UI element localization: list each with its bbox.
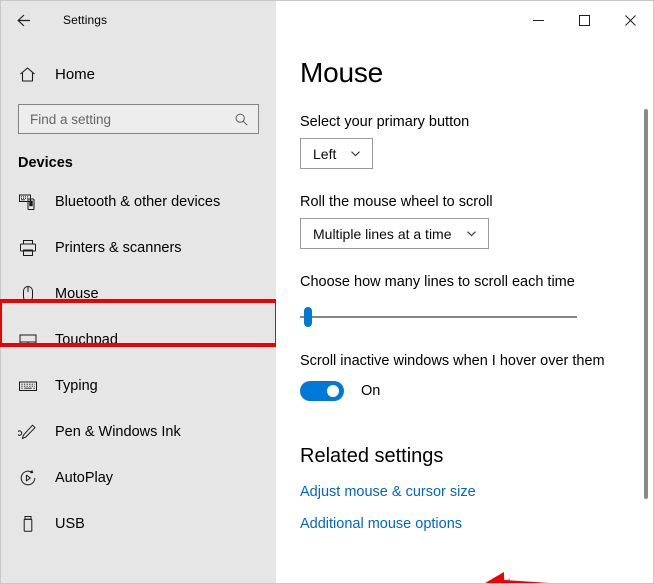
link-adjust-mouse-cursor-size[interactable]: Adjust mouse & cursor size [300,484,476,500]
primary-button-dropdown[interactable]: Left [300,138,374,169]
sidebar-item-label: Touchpad [55,332,118,348]
keyboard-icon [18,376,46,396]
maximize-button[interactable] [561,1,607,39]
vertical-scrollbar[interactable] [644,39,648,583]
settings-window: Settings Home Find a setting Devices Blu… [0,0,654,584]
slider-track [300,316,577,318]
lines-slider-label: Choose how many lines to scroll each tim… [300,274,575,290]
back-button[interactable] [1,1,45,39]
touchpad-icon [18,330,46,350]
inactive-scroll-state: On [361,383,381,399]
primary-button-value: Left [313,145,337,162]
toggle-knob [327,385,339,397]
related-settings-title: Related settings [300,445,444,467]
maximize-icon [578,14,590,26]
sidebar-item-label: Printers & scanners [55,240,182,256]
app-title: Settings [63,13,108,27]
sidebar-item-label: Typing [55,378,98,394]
sidebar: Home Devices [0,39,279,583]
inactive-scroll-row: On [300,381,653,401]
sidebar-item-typing[interactable]: Typing [1,363,276,409]
sidebar-item-touchpad[interactable]: Touchpad [1,317,276,363]
wheel-scroll-dropdown[interactable]: Multiple lines at a time [300,218,489,249]
sidebar-item-usb[interactable]: USB [1,501,276,547]
search-icon [234,112,258,127]
sidebar-item-label: Pen & Windows Ink [55,424,181,440]
link-additional-mouse-options[interactable]: Additional mouse options [300,516,462,532]
scrollbar-thumb[interactable] [644,109,648,499]
sidebar-nav-list: Bluetooth & other devices Printers & sca… [1,179,276,547]
sidebar-item-bluetooth-other-devices[interactable]: Bluetooth & other devices [1,179,276,225]
back-arrow-icon [16,14,30,26]
sidebar-item-label: USB [55,516,85,532]
primary-button-label: Select your primary button [300,114,470,130]
window-body: Home Devices [0,39,653,583]
minimize-button[interactable] [515,1,561,39]
wheel-scroll-value: Multiple lines at a time [313,225,452,242]
inactive-scroll-toggle[interactable] [300,381,344,401]
search-box[interactable] [18,104,259,134]
title-bar: Settings [1,1,653,39]
sidebar-item-label: Bluetooth & other devices [55,194,221,210]
chevron-down-icon [465,227,478,240]
sidebar-item-home[interactable]: Home [1,54,276,94]
sidebar-section-title: Devices [18,155,73,171]
sidebar-item-label: Mouse [55,286,99,302]
wheel-scroll-label: Roll the mouse wheel to scroll [300,194,493,210]
search-input[interactable] [19,105,234,133]
mouse-icon [18,284,46,304]
bluetooth-devices-icon [18,192,46,212]
usb-icon [18,514,46,534]
home-icon [18,65,48,84]
page-title: Mouse [300,57,384,88]
pen-icon [18,422,46,442]
window-controls [276,1,653,39]
main-content: Mouse Select your primary button Left Ro… [276,39,653,583]
lines-to-scroll-slider[interactable] [300,306,577,328]
title-bar-left: Settings [1,1,276,39]
close-icon [624,14,636,26]
sidebar-item-label: AutoPlay [55,470,114,486]
sidebar-home-label: Home [55,65,96,83]
sidebar-item-mouse[interactable]: Mouse [1,271,276,317]
chevron-down-icon [349,147,362,160]
sidebar-item-autoplay[interactable]: AutoPlay [1,455,276,501]
sidebar-item-printers-scanners[interactable]: Printers & scanners [1,225,276,271]
inactive-scroll-label: Scroll inactive windows when I hover ove… [300,353,605,369]
autoplay-icon [18,468,46,488]
slider-thumb[interactable] [304,307,313,327]
close-button[interactable] [607,1,653,39]
minimize-icon [532,19,544,21]
printer-icon [18,238,46,258]
sidebar-item-pen-windows-ink[interactable]: Pen & Windows Ink [1,409,276,455]
red-arrow-pointing-additional-mouse-options [485,572,550,583]
